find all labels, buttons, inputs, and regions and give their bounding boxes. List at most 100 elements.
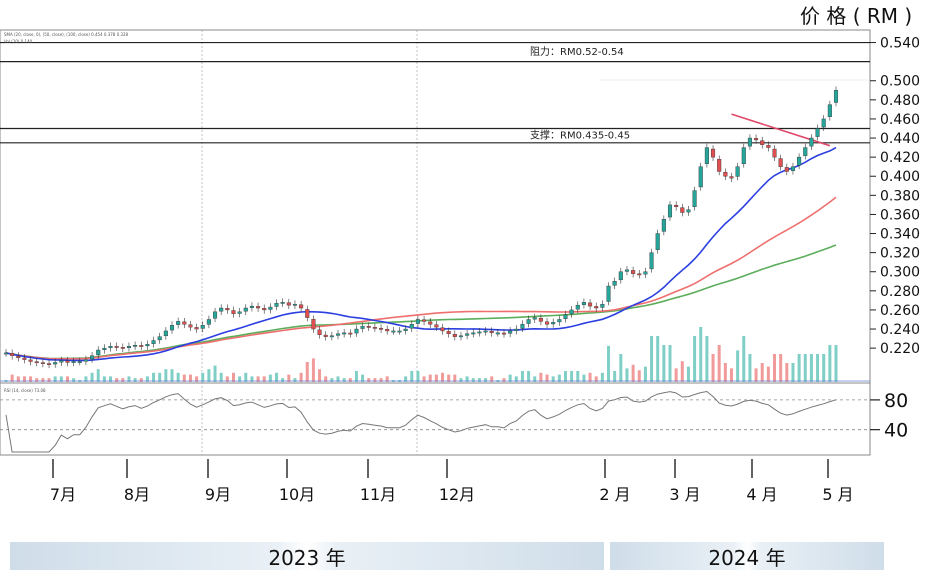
volume-bar — [213, 365, 217, 382]
candle-body — [446, 331, 451, 335]
candle-body — [59, 360, 64, 363]
candle-body — [243, 307, 248, 312]
candle-body — [790, 166, 795, 171]
year-2024-text: 2024 年 — [708, 545, 786, 570]
candle-body — [77, 361, 82, 363]
month-label: 10月 — [279, 485, 315, 504]
volume-bar — [748, 354, 752, 382]
candle-body — [145, 344, 150, 347]
volume-bar — [207, 369, 211, 382]
candle-body — [631, 270, 636, 274]
volume-bar — [115, 378, 119, 382]
candle-body — [225, 308, 230, 311]
volume-bar — [379, 378, 383, 382]
volume-bar — [834, 345, 838, 382]
volume-bar — [121, 378, 125, 382]
candle-body — [182, 321, 187, 325]
candle-body — [53, 362, 58, 365]
candle-body — [674, 204, 679, 207]
candle-body — [274, 303, 279, 307]
volume-bar — [656, 336, 660, 382]
candle-body — [760, 140, 765, 145]
price-tick-label: 0.260 — [880, 303, 920, 319]
volume-bar — [477, 378, 481, 382]
candle-body — [489, 331, 494, 334]
month-label: 3 月 — [669, 485, 700, 504]
candle-body — [219, 307, 224, 312]
candle-body — [588, 302, 593, 307]
candle-body — [237, 311, 242, 314]
volume-bar — [293, 378, 297, 382]
resistance-label: 阻力：RM0.52-0.54 — [530, 45, 624, 58]
volume-bar — [41, 378, 45, 382]
candle-body — [735, 166, 740, 177]
candle-body — [90, 355, 95, 360]
candle-body — [342, 332, 347, 335]
candle-body — [188, 324, 193, 328]
month-label: 12月 — [439, 485, 475, 504]
volume-bar — [139, 378, 143, 382]
price-tick-label: 0.500 — [880, 74, 920, 90]
candle-body — [120, 347, 125, 349]
candle-body — [348, 332, 353, 335]
volume-bar — [619, 354, 623, 382]
volume-bar — [643, 366, 647, 382]
candle-body — [34, 361, 39, 364]
candle-body — [422, 319, 427, 322]
candle-body — [65, 360, 70, 363]
candle-body — [126, 346, 131, 349]
candle-body — [563, 314, 568, 319]
volume-bar — [342, 378, 346, 382]
volume-bar — [459, 378, 463, 382]
price-tick-label: 0.320 — [880, 246, 920, 262]
price-tick-label: 0.400 — [880, 169, 920, 185]
candle-body — [649, 252, 654, 270]
candle-body — [495, 332, 500, 335]
rsi-legend: RSI (14, close) 73.08 — [4, 388, 46, 393]
volume-bar — [791, 363, 795, 382]
candle-body — [458, 335, 463, 338]
volume-bar — [563, 371, 567, 382]
volume-bar — [631, 364, 635, 382]
candle-body — [403, 328, 408, 331]
volume-bar — [760, 363, 764, 382]
candle-body — [452, 334, 457, 337]
price-tick-label: 0.440 — [880, 131, 920, 147]
price-tick-label: 0.380 — [880, 188, 920, 204]
volume-bar — [96, 369, 100, 382]
candle-body — [551, 322, 556, 325]
candle-body — [231, 310, 236, 314]
volume-bar — [570, 371, 574, 382]
volume-bar — [281, 378, 285, 382]
volume-bar — [766, 366, 770, 382]
candle-body — [637, 273, 642, 276]
rsi-tick-label: 40 — [884, 420, 908, 442]
volume-bar — [828, 345, 832, 382]
candle-body — [28, 359, 33, 362]
volume-bar — [410, 371, 414, 382]
candle-body — [372, 327, 377, 329]
price-tick-label: 0.240 — [880, 322, 920, 338]
candle-body — [200, 325, 205, 329]
candle-body — [618, 271, 623, 281]
volume-bar — [773, 354, 777, 382]
volume-bar — [305, 362, 309, 382]
price-tick-label: 0.420 — [880, 150, 920, 166]
candle-body — [569, 309, 574, 315]
candle-body — [465, 333, 470, 336]
month-label: 5 月 — [822, 485, 853, 504]
candle-body — [784, 167, 789, 172]
candle-body — [96, 349, 101, 356]
candle-body — [643, 271, 648, 275]
candle-body — [385, 329, 390, 332]
candle-body — [415, 319, 420, 324]
volume-bar — [47, 378, 51, 382]
candle-body — [624, 269, 629, 272]
candle-body — [809, 137, 814, 147]
candle-body — [501, 332, 507, 335]
price-tick-label: 0.220 — [880, 341, 920, 357]
volume-bar — [705, 336, 709, 382]
volume-bar — [311, 358, 315, 382]
candle-body — [729, 176, 734, 179]
month-label: 2 月 — [599, 485, 630, 504]
